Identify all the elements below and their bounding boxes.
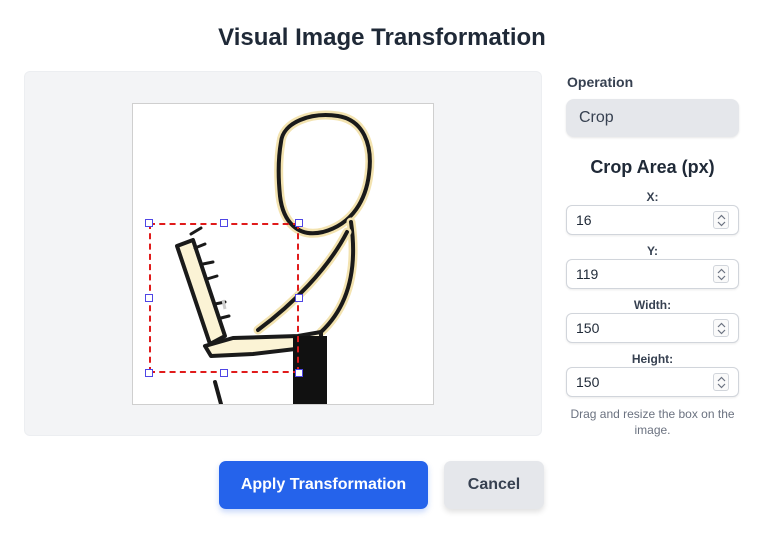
x-spinner-icon[interactable] (713, 211, 729, 229)
y-spinner-icon[interactable] (713, 265, 729, 283)
x-input[interactable]: 16 (566, 205, 739, 235)
crop-handle-bottom[interactable] (220, 369, 228, 377)
height-input[interactable]: 150 (566, 367, 739, 397)
width-spinner-icon[interactable] (713, 319, 729, 337)
crop-handle-right[interactable] (295, 294, 303, 302)
crop-handle-top[interactable] (220, 219, 228, 227)
operation-label: Operation (567, 74, 634, 90)
height-spinner-icon[interactable] (713, 373, 729, 391)
crop-handle-bottom-right[interactable] (295, 369, 303, 377)
cancel-button[interactable]: Cancel (444, 461, 544, 509)
operation-select[interactable]: Crop (566, 99, 739, 137)
image-preview (132, 103, 434, 405)
apply-transformation-button[interactable]: Apply Transformation (219, 461, 428, 509)
width-label: Width: (633, 298, 672, 312)
crop-handle-top-left[interactable] (145, 219, 153, 227)
crop-handle-left[interactable] (145, 294, 153, 302)
y-input[interactable]: 119 (566, 259, 739, 289)
height-label: Height: (631, 352, 674, 366)
height-value: 150 (576, 374, 600, 390)
crop-area-heading: Crop Area (px) (590, 157, 715, 177)
width-value: 150 (576, 320, 600, 336)
crop-handle-bottom-left[interactable] (145, 369, 153, 377)
x-value: 16 (576, 212, 592, 228)
crop-selection-box[interactable] (149, 223, 299, 373)
y-label: Y: (646, 244, 659, 258)
y-value: 119 (576, 266, 599, 282)
crop-handle-top-right[interactable] (295, 219, 303, 227)
width-input[interactable]: 150 (566, 313, 739, 343)
image-canvas-panel (24, 71, 542, 436)
x-label: X: (646, 190, 659, 204)
crop-hint-text: Drag and resize the box on the image. (570, 407, 735, 437)
page-title: Visual Image Transformation (218, 24, 546, 51)
